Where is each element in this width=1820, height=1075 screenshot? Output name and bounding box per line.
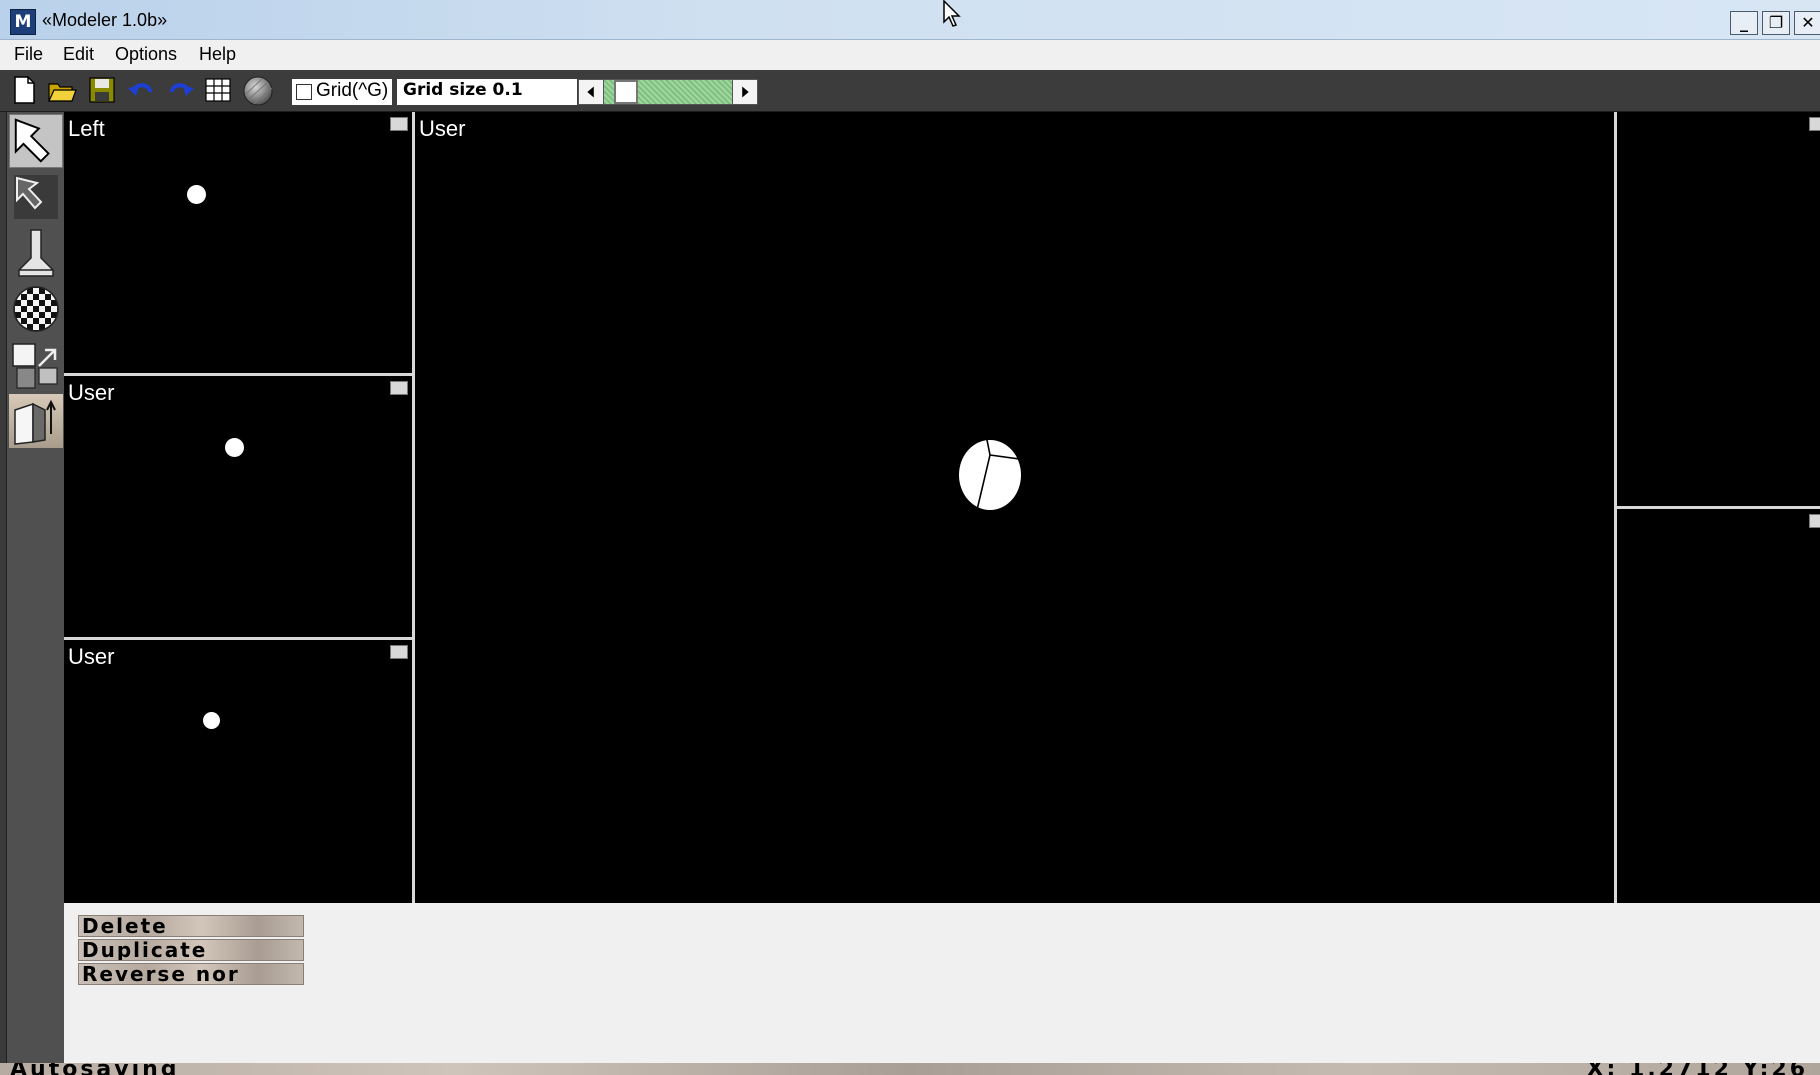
title-bar[interactable]: M «Modeler 1.0b» _ ❐ ✕ xyxy=(0,0,1820,40)
grid-size-field[interactable]: Grid size 0.1 xyxy=(397,79,577,105)
viewport-maximize-toggle[interactable] xyxy=(1809,117,1820,131)
restore-button[interactable]: ❐ xyxy=(1762,11,1790,35)
viewport-title: User xyxy=(419,116,466,141)
app-logo-icon: M xyxy=(10,9,36,35)
mouse-cursor-icon xyxy=(943,0,961,27)
viewport-title: User xyxy=(68,380,115,405)
viewport-user-middle[interactable]: User xyxy=(64,376,412,637)
grid-size-increase-arrow-icon[interactable] xyxy=(732,79,758,105)
modeler-window: M «Modeler 1.0b» _ ❐ ✕ File Edit Options… xyxy=(0,0,1820,1075)
viewport-user-main[interactable]: User xyxy=(415,112,1614,903)
viewport-title: User xyxy=(68,644,115,669)
viewport-user-bottom[interactable]: User xyxy=(64,640,412,903)
vertex-point[interactable] xyxy=(187,185,206,204)
grid-toggle-label: Grid(^G) xyxy=(316,80,389,101)
reverse-normals-button[interactable]: Reverse nor xyxy=(78,963,304,985)
duplicate-button[interactable]: Duplicate xyxy=(78,939,304,961)
grid-view-icon[interactable] xyxy=(202,74,234,106)
vertex-point[interactable] xyxy=(203,712,220,729)
lathe-icon[interactable] xyxy=(9,226,63,280)
new-file-icon[interactable] xyxy=(8,74,40,106)
window-title: «Modeler 1.0b» xyxy=(42,10,168,30)
select-region-icon[interactable] xyxy=(9,170,63,224)
tool-strip xyxy=(6,112,64,1075)
viewport-left[interactable]: Left xyxy=(64,112,412,373)
close-button[interactable]: ✕ xyxy=(1794,11,1820,35)
grid-toggle[interactable]: Grid(^G) xyxy=(292,79,393,105)
checker-sphere-icon[interactable] xyxy=(9,282,63,336)
grid-size-slider-thumb[interactable] xyxy=(614,80,638,104)
viewport-maximize-toggle[interactable] xyxy=(1809,514,1820,528)
menu-file[interactable]: File xyxy=(14,44,43,65)
status-bar: Autosaving X: 1.2712 Y:26 xyxy=(0,1063,1820,1075)
extrude-box-icon[interactable] xyxy=(9,394,63,448)
viewport-right-top[interactable] xyxy=(1617,112,1820,506)
minimize-button[interactable]: _ xyxy=(1730,11,1758,35)
grid-size-decrease-arrow-icon[interactable] xyxy=(578,79,604,105)
viewport-maximize-toggle[interactable] xyxy=(390,645,408,659)
viewport-maximize-toggle[interactable] xyxy=(390,381,408,395)
delete-button[interactable]: Delete xyxy=(78,915,304,937)
redo-icon[interactable] xyxy=(164,74,196,106)
selected-object-sphere[interactable] xyxy=(957,437,1023,513)
viewport-title: Left xyxy=(68,116,105,141)
menu-bar: File Edit Options Help xyxy=(0,40,1820,70)
status-message: Autosaving xyxy=(10,1063,180,1075)
cursor-coordinates: X: 1.2712 Y:26 xyxy=(1587,1063,1808,1075)
menu-edit[interactable]: Edit xyxy=(63,44,94,65)
undo-icon[interactable] xyxy=(126,74,158,106)
toolbar: Grid(^G) Grid size 0.1 xyxy=(0,70,1820,112)
scale-object-icon[interactable] xyxy=(9,338,63,392)
menu-options[interactable]: Options xyxy=(115,44,177,65)
grid-checkbox[interactable] xyxy=(296,84,312,100)
vertex-point[interactable] xyxy=(225,438,244,457)
save-icon[interactable] xyxy=(86,74,118,106)
open-folder-icon[interactable] xyxy=(46,74,78,106)
sphere-render-icon[interactable] xyxy=(242,74,274,106)
arrow-select-icon[interactable] xyxy=(9,114,63,168)
command-panel: Delete Duplicate Reverse nor xyxy=(64,903,1820,1063)
menu-help[interactable]: Help xyxy=(199,44,236,65)
viewport-right-bottom[interactable] xyxy=(1617,509,1820,903)
viewport-maximize-toggle[interactable] xyxy=(390,117,408,131)
